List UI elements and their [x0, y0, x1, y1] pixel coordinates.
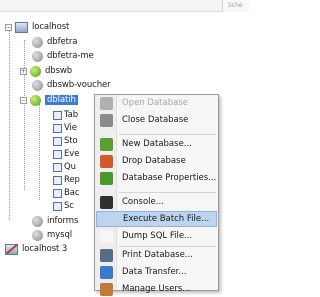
- schema-tab[interactable]: Sche: [222, 0, 249, 12]
- tree-object-node[interactable]: Vie: [53, 121, 77, 135]
- node-label: Qu: [64, 162, 76, 172]
- tree-database[interactable]: mysql: [32, 228, 72, 242]
- tree-object-node[interactable]: Tab: [53, 108, 78, 122]
- database-label: informs: [47, 216, 79, 226]
- menu-item-database-properties[interactable]: Database Properties...: [96, 170, 217, 186]
- menu-item-database-close[interactable]: Close Database: [96, 112, 217, 128]
- menu-item-label: Database Properties...: [122, 173, 217, 183]
- tree-object-node[interactable]: Sto: [53, 134, 78, 148]
- menu-item-label: Print Database...: [122, 250, 193, 260]
- manage-users-icon: [100, 282, 113, 296]
- table-icon: [53, 110, 62, 120]
- tree-guide-line: [24, 40, 25, 190]
- database-label: dbswb-voucher: [47, 80, 111, 90]
- node-label: Eve: [64, 149, 80, 159]
- menu-item-label: Drop Database: [122, 156, 186, 166]
- report-icon: [53, 175, 62, 185]
- database-icon: [30, 94, 41, 106]
- expand-icon[interactable]: +: [20, 67, 27, 75]
- console-icon: [100, 195, 113, 209]
- tree-guide-line: [39, 104, 40, 200]
- database-context-menu: Open Database Close Database New Database.…: [94, 94, 219, 296]
- node-label: Bac: [64, 188, 80, 198]
- node-label: Sc: [64, 201, 74, 211]
- tree-connection-localhost[interactable]: − localhost: [5, 20, 69, 34]
- menu-item-manage-users[interactable]: Manage Users...: [96, 281, 217, 297]
- object-tree-header: [0, 0, 249, 12]
- tree-database[interactable]: dbswb-voucher: [32, 78, 111, 92]
- database-icon: [30, 65, 41, 77]
- menu-item-print[interactable]: Print Database...: [96, 247, 217, 263]
- collapse-icon[interactable]: −: [20, 96, 27, 104]
- tree-database-selected[interactable]: − dblatih: [20, 93, 78, 107]
- database-label: dblatih: [45, 95, 78, 105]
- event-icon: [53, 149, 62, 159]
- tree-object-node[interactable]: Bac: [53, 186, 80, 200]
- database-properties-icon: [100, 171, 113, 185]
- schedule-icon: [53, 201, 62, 211]
- menu-item-dump-sql[interactable]: Dump SQL File...: [96, 228, 217, 244]
- menu-item-database-open: Open Database: [96, 95, 217, 111]
- menu-item-label: Manage Users...: [122, 284, 191, 294]
- menu-item-data-transfer[interactable]: Data Transfer...: [96, 264, 217, 280]
- database-open-icon: [100, 96, 113, 110]
- tree-object-node[interactable]: Rep: [53, 173, 80, 187]
- menu-item-console[interactable]: Console...: [96, 194, 217, 210]
- dump-sql-icon: [100, 229, 113, 243]
- database-drop-icon: [100, 154, 113, 168]
- tree-connection-secondary[interactable]: localhost 3: [5, 242, 67, 256]
- tree-object-node[interactable]: Sc: [53, 199, 74, 213]
- connection-label: localhost: [32, 22, 70, 32]
- menu-separator: [119, 192, 216, 193]
- tree-guide-line: [9, 28, 10, 220]
- menu-item-label: Close Database: [122, 115, 189, 125]
- print-icon: [100, 248, 113, 262]
- database-label: dbswb: [45, 66, 73, 76]
- database-icon: [32, 79, 43, 91]
- tree-database[interactable]: informs: [32, 214, 78, 228]
- backup-icon: [53, 188, 62, 198]
- tree-database[interactable]: dbfetra: [32, 35, 77, 49]
- query-icon: [53, 162, 62, 172]
- menu-item-label: New Database...: [122, 139, 192, 149]
- menu-item-database-new[interactable]: New Database...: [96, 136, 217, 152]
- connection-off-icon: [5, 243, 18, 255]
- view-icon: [53, 123, 62, 133]
- tree-object-node[interactable]: Qu: [53, 160, 76, 174]
- database-label: mysql: [47, 230, 72, 240]
- tree-database[interactable]: + dbswb: [20, 64, 72, 78]
- collapse-icon[interactable]: −: [5, 23, 12, 31]
- procedure-icon: [53, 136, 62, 146]
- menu-item-execute-batch[interactable]: Execute Batch File...: [96, 211, 217, 227]
- database-icon: [32, 215, 43, 227]
- menu-item-label: Data Transfer...: [122, 267, 187, 277]
- database-close-icon: [100, 113, 113, 127]
- schema-tab-label: Sche: [228, 2, 243, 9]
- menu-item-label: Dump SQL File...: [122, 231, 193, 241]
- connection-label: localhost 3: [22, 244, 68, 254]
- database-label: dbfetra-me: [47, 51, 94, 61]
- menu-item-label: Open Database: [122, 98, 188, 108]
- menu-item-label: Console...: [122, 197, 164, 207]
- database-label: dbfetra: [47, 37, 78, 47]
- database-icon: [32, 50, 43, 62]
- menu-item-label: Execute Batch File...: [123, 214, 210, 224]
- database-icon: [32, 36, 43, 48]
- menu-separator: [119, 134, 216, 135]
- data-transfer-icon: [100, 265, 113, 279]
- tree-object-node[interactable]: Eve: [53, 147, 79, 161]
- node-label: Vie: [64, 123, 77, 133]
- tree-database[interactable]: dbfetra-me: [32, 49, 94, 63]
- node-label: Rep: [64, 175, 80, 185]
- node-label: Sto: [64, 136, 78, 146]
- execute-batch-icon: [101, 212, 114, 226]
- database-icon: [32, 229, 43, 241]
- database-new-icon: [100, 137, 113, 151]
- node-label: Tab: [64, 110, 79, 120]
- connection-icon: [15, 21, 28, 33]
- menu-item-database-drop[interactable]: Drop Database: [96, 153, 217, 169]
- menu-separator: [119, 246, 216, 247]
